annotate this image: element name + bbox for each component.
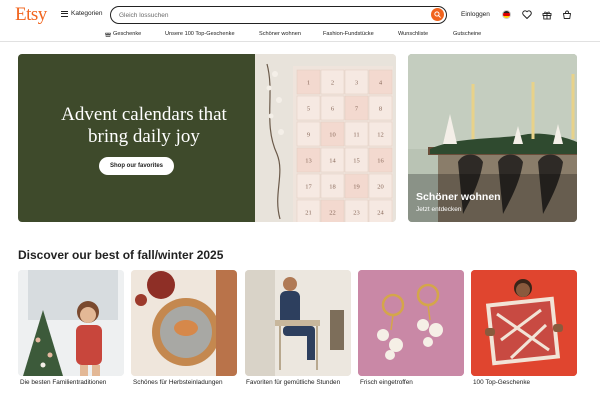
nav-item-top-gifts[interactable]: Unsere 100 Top-Geschenke	[165, 31, 235, 37]
menu-icon	[61, 10, 68, 17]
nav-item-home[interactable]: Schöner wohnen	[259, 31, 301, 37]
tile-label: 100 Top-Geschenke	[473, 379, 531, 386]
german-flag-icon	[502, 10, 511, 19]
calendar-number: 20	[377, 184, 384, 191]
calendar-number: 8	[379, 106, 382, 113]
calendar-number: 11	[353, 132, 359, 139]
tile-label: Die besten Familientraditionen	[20, 379, 107, 386]
nav-item-wishlist[interactable]: Wunschliste	[398, 31, 428, 37]
gift-icon	[105, 32, 111, 37]
nav-item-label: Fashion-Fundstücke	[323, 31, 374, 37]
shop-favorites-button[interactable]: Shop our favorites	[99, 157, 174, 175]
nav-item-label: Geschenke	[113, 31, 142, 37]
cozy-chair-image	[245, 270, 351, 376]
gift-mode-button[interactable]	[541, 9, 552, 20]
tile-cozy-favorites[interactable]	[245, 270, 351, 376]
calendar-number: 15	[353, 158, 360, 165]
calendar-number: 23	[353, 210, 360, 217]
etsy-logo[interactable]: Etsy	[15, 4, 47, 26]
heart-icon	[521, 10, 532, 19]
keychain-image	[358, 270, 464, 376]
favorites-button[interactable]	[521, 9, 532, 20]
scarf-image	[471, 270, 577, 376]
tile-top-gifts[interactable]	[471, 270, 577, 376]
gift-icon	[542, 11, 551, 19]
calendar-number: 22	[329, 210, 336, 217]
section-title: Discover our best of fall/winter 2025	[18, 248, 224, 262]
tile-autumn-invitations[interactable]	[131, 270, 237, 376]
tile-label: Favoriten für gemütliche Stunden	[246, 379, 341, 386]
calendar-number: 9	[307, 132, 310, 139]
search-button[interactable]	[431, 8, 444, 21]
cart-button[interactable]	[561, 9, 572, 20]
categories-label: Kategorien	[71, 10, 103, 17]
advent-calendar-illustration: 1 2 3 45 6 7 89 10 11 1213 14 15 1617 18 19 2021 22 23 24	[255, 54, 396, 222]
tile-new-arrivals[interactable]	[358, 270, 464, 376]
calendar-number: 13	[305, 158, 312, 165]
category-nav: Geschenke Unsere 100 Top-Geschenke Schön…	[0, 28, 600, 42]
calendar-number: 16	[377, 158, 384, 165]
site-header: Etsy Kategorien Einloggen	[0, 0, 600, 30]
calendar-number: 5	[307, 106, 310, 113]
hero-banner[interactable]: Advent calendars that bring daily joy Sh…	[18, 54, 255, 222]
search-input[interactable]	[119, 9, 419, 21]
nav-item-label: Schöner wohnen	[259, 31, 301, 37]
categories-button[interactable]: Kategorien	[61, 10, 102, 17]
calendar-number: 10	[329, 132, 336, 139]
tile-label: Frisch eingetroffen	[360, 379, 413, 386]
calendar-number: 17	[305, 184, 312, 191]
home-card-title: Schöner wohnen	[416, 191, 501, 203]
nav-item-gifts[interactable]: Geschenke	[105, 31, 141, 37]
nav-item-fashion[interactable]: Fashion-Fundstücke	[323, 31, 374, 37]
nav-item-label: Gutscheine	[453, 31, 482, 37]
language-button[interactable]	[501, 9, 512, 20]
hero-title: Advent calendars that bring daily joy	[61, 104, 227, 147]
calendar-number: 19	[353, 184, 360, 191]
advent-calendar-image[interactable]: 1 2 3 4 5 6 7 8 9 10 11 12 13 14 15 16 17 18 19 20 21 22 23 24	[255, 54, 396, 222]
calendar-number: 1	[307, 80, 310, 87]
tile-label: Schönes für Herbsteinladungen	[133, 379, 223, 386]
family-tradition-image	[18, 270, 124, 376]
signin-link[interactable]: Einloggen	[461, 11, 490, 18]
table-setting-image	[131, 270, 237, 376]
calendar-number: 2	[331, 80, 334, 87]
calendar-number: 14	[329, 158, 336, 165]
calendar-number: 18	[329, 184, 336, 191]
nav-item-vouchers[interactable]: Gutscheine	[453, 31, 481, 37]
nav-item-label: Wunschliste	[398, 31, 429, 37]
home-decor-card[interactable]: Schöner wohnen Jetzt entdecken	[408, 54, 577, 222]
cart-icon	[562, 10, 571, 19]
calendar-number: 3	[355, 80, 358, 87]
calendar-number: 21	[305, 210, 312, 217]
nav-item-label: Unsere 100 Top-Geschenke	[165, 31, 235, 37]
calendar-number: 12	[377, 132, 384, 139]
calendar-number: 24	[377, 210, 384, 217]
search-bar	[110, 6, 447, 24]
search-icon	[434, 11, 441, 18]
home-card-subtitle: Jetzt entdecken	[416, 206, 462, 213]
tile-family-traditions[interactable]	[18, 270, 124, 376]
